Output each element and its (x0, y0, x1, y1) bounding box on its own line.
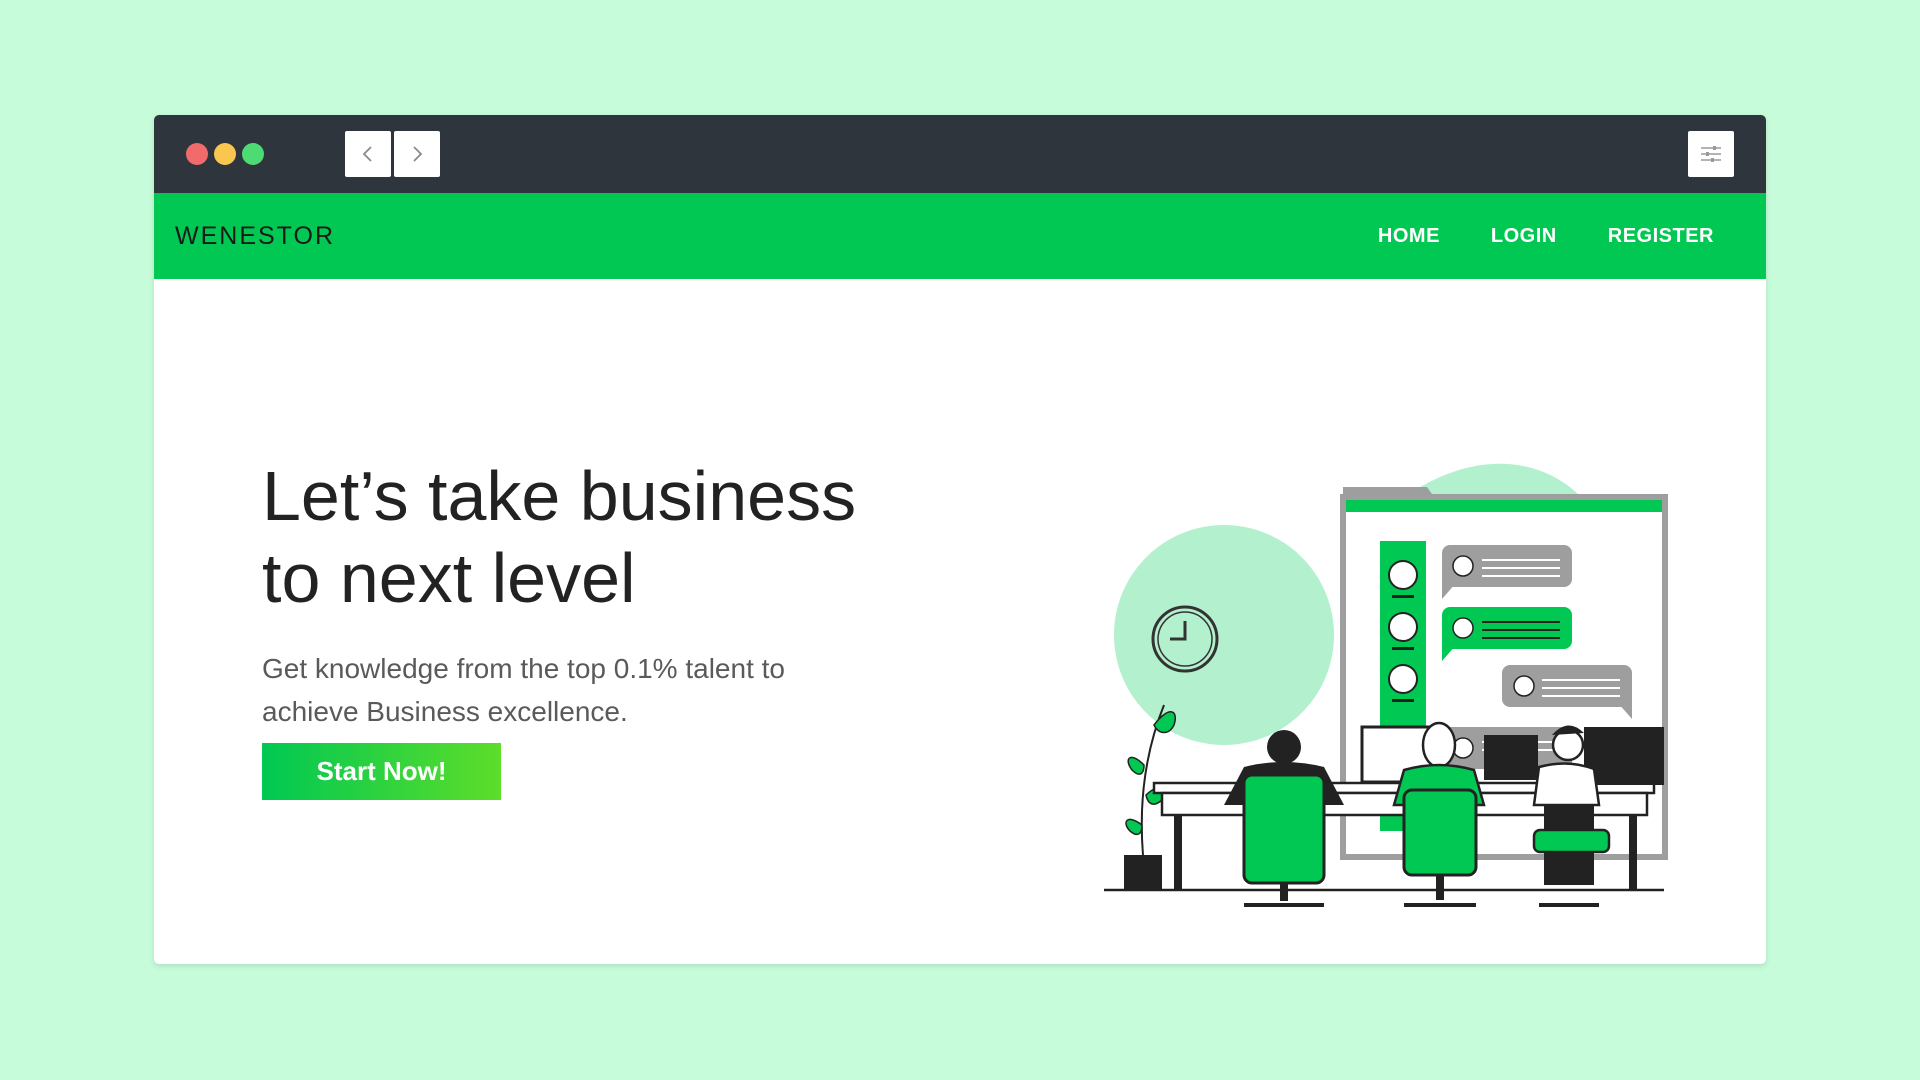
start-now-button[interactable]: Start Now! (262, 743, 501, 800)
minimize-window-dot[interactable] (214, 143, 236, 165)
hero-subtitle: Get knowledge from the top 0.1% talent t… (262, 647, 922, 733)
nav-home-link[interactable]: HOME (1378, 225, 1440, 248)
site-navbar: WENESTOR HOME LOGIN REGISTER (154, 193, 1766, 279)
forward-button[interactable] (394, 131, 440, 177)
hero-subtitle-line1: Get knowledge from the top 0.1% talent t… (262, 653, 785, 684)
close-window-dot[interactable] (186, 143, 208, 165)
chevron-left-icon (362, 146, 372, 162)
browser-titlebar (154, 115, 1766, 193)
hero-title-line1: Let’s take business (262, 457, 857, 535)
hero-title: Let’s take business to next level (262, 455, 1022, 619)
office-team-illustration (1104, 463, 1668, 907)
sliders-icon (1701, 146, 1721, 162)
back-button[interactable] (345, 131, 391, 177)
chevron-right-icon (413, 146, 423, 162)
nav-register-link[interactable]: REGISTER (1608, 225, 1714, 248)
browser-window: WENESTOR HOME LOGIN REGISTER Let’s take … (154, 115, 1766, 964)
background-circle (1114, 525, 1334, 745)
brand-logo[interactable]: WENESTOR (175, 193, 335, 279)
nav-links: HOME LOGIN REGISTER (1327, 193, 1714, 279)
hero-subtitle-line2: achieve Business excellence. (262, 696, 628, 727)
nav-login-link[interactable]: LOGIN (1491, 225, 1557, 248)
person-figure (1224, 730, 1344, 907)
maximize-window-dot[interactable] (242, 143, 264, 165)
settings-button[interactable] (1688, 131, 1734, 177)
hero-title-line2: to next level (262, 539, 636, 617)
